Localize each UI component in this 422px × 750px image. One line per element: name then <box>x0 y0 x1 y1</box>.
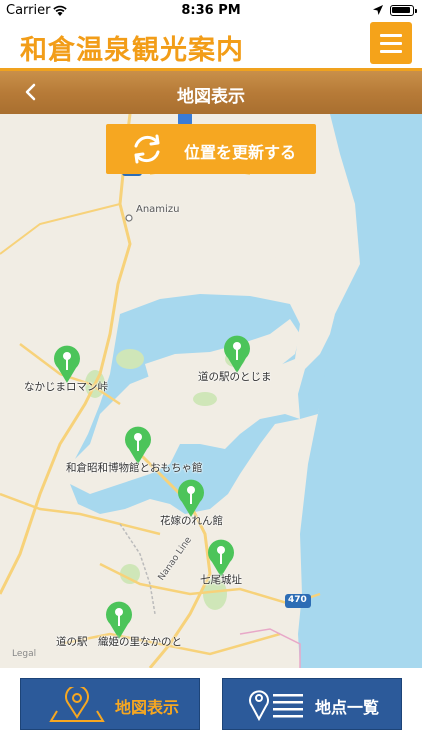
map-pin[interactable] <box>176 478 206 518</box>
battery-icon <box>390 5 417 16</box>
pin-label: 花嫁のれん館 <box>160 515 223 527</box>
update-location-button[interactable]: 位置を更新する <box>106 124 316 174</box>
page-title: 地図表示 <box>177 87 245 107</box>
bottom-navigation: 地図表示 地点一覧 <box>0 668 422 750</box>
map-pin[interactable] <box>222 334 252 374</box>
app-header: 和倉温泉観光案内 <box>0 22 422 68</box>
map-view[interactable]: Anamizu Nanao Line 470 なかじまロマン峠 道の駅のとじま … <box>0 114 422 668</box>
pin-label: 道の駅 織姫の里なかのと <box>56 636 182 648</box>
clock: 8:36 PM <box>181 3 241 18</box>
status-bar: Carrier 8:36 PM <box>0 0 422 22</box>
map-pin-icon <box>49 687 105 722</box>
map-view-label: 地図表示 <box>115 698 180 717</box>
location-list-label: 地点一覧 <box>315 698 380 717</box>
refresh-icon <box>134 134 160 164</box>
map-pin[interactable] <box>52 344 82 384</box>
map-view-button[interactable]: 地図表示 <box>20 678 200 730</box>
map-legal-link[interactable]: Legal <box>12 649 36 659</box>
map-pin[interactable] <box>123 425 153 465</box>
update-location-label: 位置を更新する <box>184 143 297 162</box>
pin-label: 道の駅のとじま <box>198 371 272 383</box>
menu-button[interactable] <box>370 22 412 64</box>
route-number-label: 470 <box>288 595 307 605</box>
hamburger-menu-icon <box>380 34 402 37</box>
location-arrow-icon <box>373 5 383 15</box>
pin-label: なかじまロマン峠 <box>24 381 108 393</box>
app-title: 和倉温泉観光案内 <box>20 35 244 66</box>
map-place-label: Anamizu <box>136 204 180 215</box>
pin-label: 和倉昭和博物館とおもちゃ館 <box>66 462 203 474</box>
location-list-button[interactable]: 地点一覧 <box>222 678 402 730</box>
pin-label: 七尾城址 <box>200 574 242 586</box>
navigation-bar: 地図表示 <box>0 68 422 114</box>
pin-list-icon <box>249 690 303 722</box>
